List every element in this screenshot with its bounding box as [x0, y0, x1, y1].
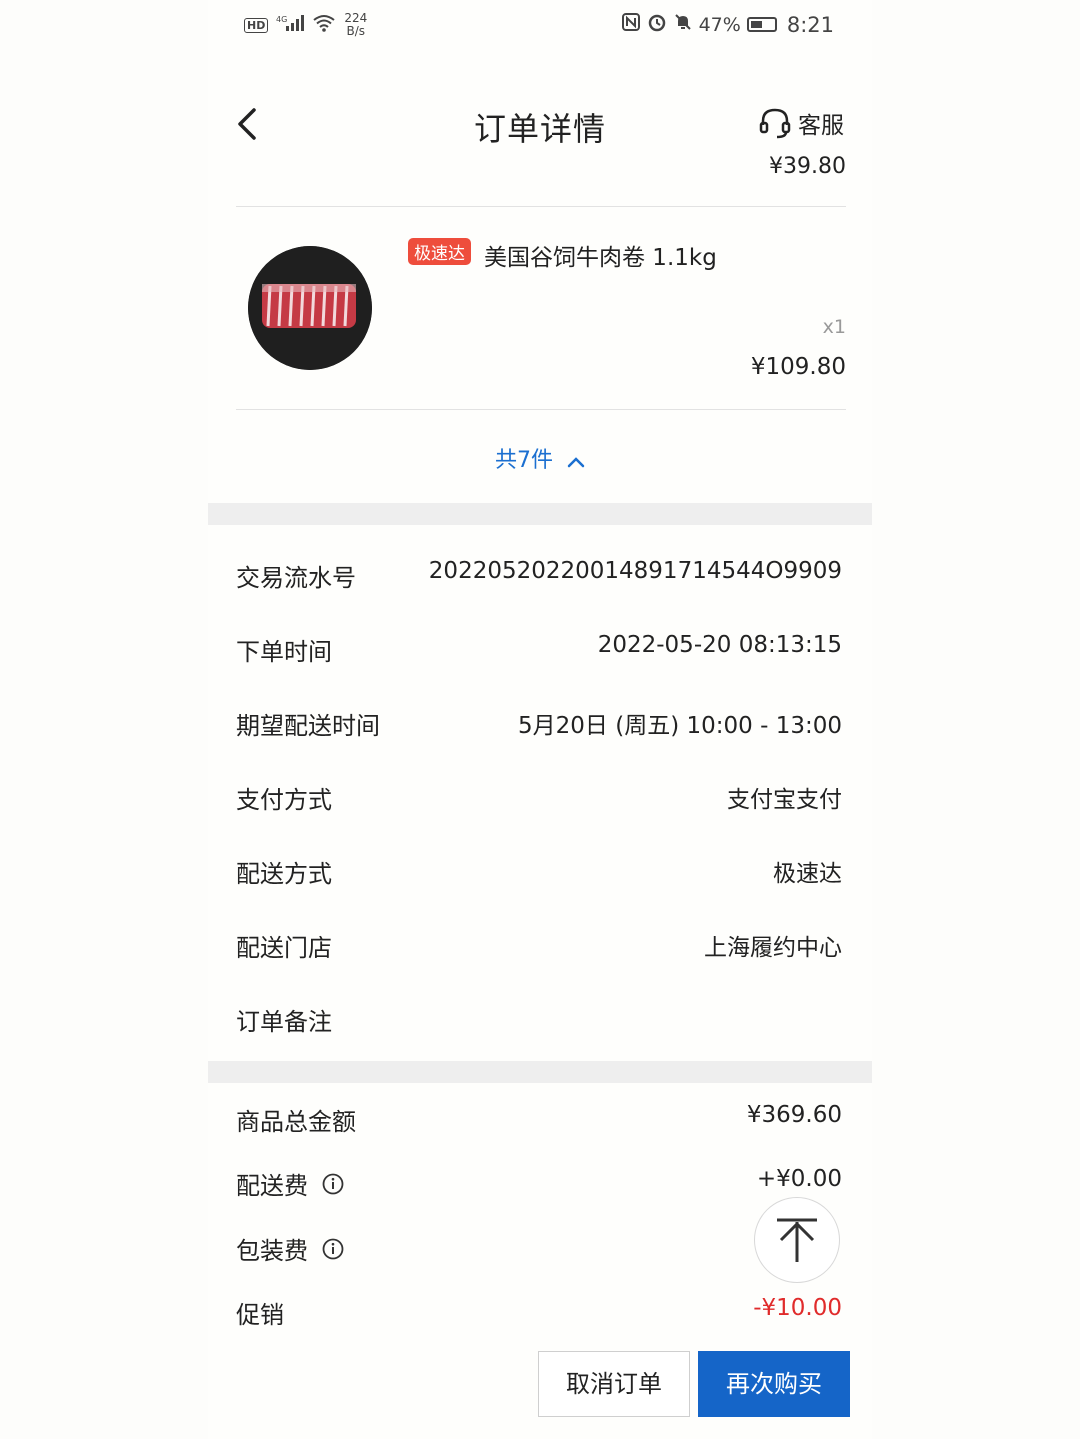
clock: 8:21	[786, 12, 834, 37]
alarm-icon	[647, 12, 667, 37]
customer-service-button[interactable]: 客服	[758, 106, 844, 140]
cancel-order-button[interactable]: 取消订单	[538, 1351, 690, 1417]
wifi-icon	[312, 14, 336, 37]
customer-service-label: 客服	[798, 113, 844, 139]
info-value[interactable]: 20220520220014891714544O9909	[429, 558, 842, 584]
section-separator	[208, 503, 872, 525]
status-left: HD 4G 224 B/s	[244, 12, 367, 38]
hd-indicator: HD	[244, 17, 269, 33]
info-label: 配送门店	[236, 934, 332, 962]
info-circle-icon[interactable]	[322, 1173, 344, 1195]
battery-icon	[746, 17, 777, 32]
status-right: 47% 8:21	[621, 12, 834, 37]
product-name[interactable]: 美国谷饲牛肉卷 1.1kg	[484, 238, 717, 272]
section-separator	[208, 1061, 872, 1083]
divider	[236, 409, 846, 410]
info-label: 交易流水号	[236, 564, 356, 592]
fee-value: -¥10.00	[753, 1295, 842, 1321]
signal-icon: 4G	[276, 14, 305, 37]
fee-label: 配送费	[236, 1172, 308, 1200]
info-label: 订单备注	[236, 1008, 332, 1036]
mute-icon	[673, 12, 693, 37]
rebuy-button[interactable]: 再次购买	[698, 1351, 850, 1417]
info-label: 期望配送时间	[236, 712, 380, 740]
speed-unit: B/s	[346, 24, 366, 38]
product-image[interactable]	[248, 246, 372, 370]
info-row-store: 配送门店 上海履约中心	[236, 928, 842, 968]
speed-value: 224	[344, 11, 368, 25]
info-row-delivery-method: 配送方式 极速达	[236, 854, 842, 894]
previous-item-price: ¥39.80	[769, 154, 846, 176]
info-row-delivery-time: 期望配送时间 5月20日 (周五) 10:00 - 13:00	[236, 706, 842, 746]
info-value: 5月20日 (周五) 10:00 - 13:00	[518, 713, 842, 739]
info-row-remark: 订单备注	[236, 1002, 842, 1042]
info-value: 2022-05-20 08:13:15	[597, 632, 842, 658]
info-label: 支付方式	[236, 786, 332, 814]
scroll-to-top-button[interactable]	[754, 1197, 840, 1283]
arrow-to-top-icon	[777, 1218, 817, 1262]
info-value: 上海履约中心	[704, 935, 842, 961]
express-tag: 极速达	[408, 238, 471, 265]
beef-roll-image	[248, 246, 372, 370]
fee-row-promotion: 促销 -¥10.00	[236, 1295, 842, 1335]
info-value: 极速达	[773, 861, 842, 887]
battery-percent: 47%	[698, 13, 741, 36]
fee-value: +¥0.00	[756, 1166, 842, 1192]
collapse-items-toggle[interactable]: 共7件	[208, 442, 872, 474]
info-row-transaction-id: 交易流水号 20220520220014891714544O9909	[236, 558, 842, 598]
network-type: 4G	[276, 15, 287, 24]
headset-icon	[759, 108, 791, 139]
fee-label: 商品总金额	[236, 1108, 356, 1136]
info-row-order-time: 下单时间 2022-05-20 08:13:15	[236, 632, 842, 672]
item-count-label: 共7件	[495, 448, 553, 473]
product-quantity: x1	[822, 316, 846, 338]
order-detail-screen: HD 4G 224 B/s 47% 8:21 订单详情 客服 ¥39.80 极速…	[208, 0, 872, 1439]
info-value: 支付宝支付	[727, 787, 842, 813]
status-bar: HD 4G 224 B/s 47% 8:21	[208, 0, 872, 52]
info-label: 下单时间	[236, 638, 332, 666]
fee-row-delivery: 配送费 +¥0.00	[236, 1166, 842, 1206]
fee-value: ¥369.60	[746, 1102, 842, 1128]
divider	[236, 206, 846, 207]
info-label: 配送方式	[236, 860, 332, 888]
info-circle-icon[interactable]	[322, 1238, 344, 1260]
product-price: ¥109.80	[750, 354, 846, 380]
nfc-icon	[621, 12, 641, 37]
fee-row-subtotal: 商品总金额 ¥369.60	[236, 1102, 842, 1142]
info-row-payment-method: 支付方式 支付宝支付	[236, 780, 842, 820]
fee-label: 包装费	[236, 1237, 308, 1265]
chevron-up-icon	[567, 449, 585, 474]
network-speed: 224 B/s	[344, 12, 367, 38]
fee-row-packaging: 包装费	[236, 1231, 842, 1271]
fee-label: 促销	[236, 1301, 284, 1329]
